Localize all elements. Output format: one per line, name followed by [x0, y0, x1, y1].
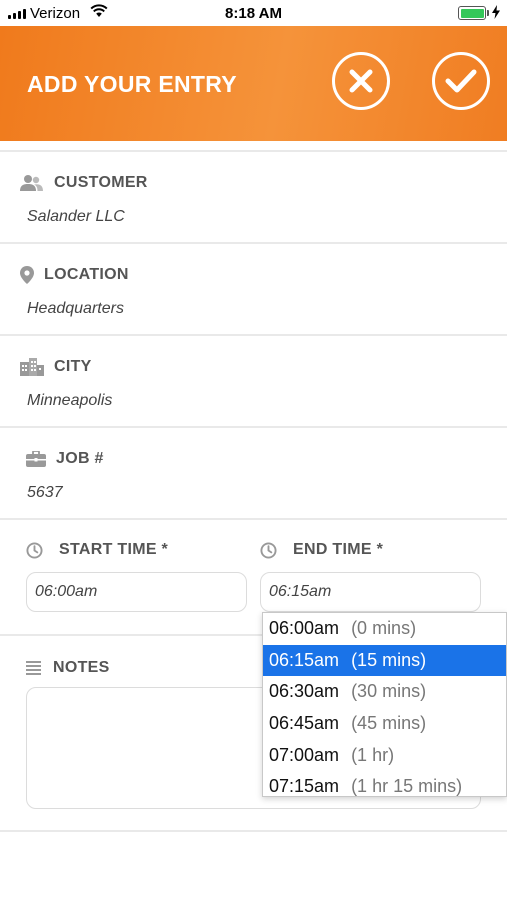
- option-time: 07:15am: [269, 776, 340, 797]
- cancel-button[interactable]: [332, 52, 390, 110]
- option-duration: (0 mins): [351, 618, 417, 639]
- divider: [0, 830, 507, 832]
- end-time-option[interactable]: 06:00am (0 mins): [263, 613, 506, 645]
- option-time: 06:45am: [269, 713, 340, 734]
- start-time-label: START TIME *: [59, 541, 169, 558]
- end-time-dropdown[interactable]: 06:00am (0 mins) 06:15am (15 mins) 06:30am (3…: [262, 612, 507, 797]
- option-duration: (15 mins): [351, 649, 427, 670]
- location-field[interactable]: LOCATION Headquarters: [0, 244, 507, 334]
- job-field[interactable]: JOB # 5637: [0, 428, 507, 518]
- end-time-option[interactable]: 07:15am (1 hr 15 mins): [263, 771, 506, 797]
- location-value: Headquarters: [27, 300, 124, 317]
- users-icon: [20, 175, 43, 191]
- end-time-input[interactable]: 06:15am: [260, 572, 481, 612]
- customer-value: Salander LLC: [27, 208, 125, 225]
- battery-nub: [487, 10, 489, 16]
- start-time-label-row: START TIME *: [26, 541, 168, 559]
- end-time-option[interactable]: 06:30am (30 mins): [263, 676, 506, 708]
- end-time-label-row: END TIME *: [260, 541, 383, 559]
- status-time: 8:18 AM: [225, 5, 282, 22]
- checkmark-icon: [445, 69, 477, 93]
- option-time: 06:30am: [269, 681, 340, 702]
- end-time-option[interactable]: 07:00am (1 hr): [263, 739, 506, 771]
- clock-icon: [26, 541, 43, 559]
- start-time-input[interactable]: 06:00am: [26, 572, 247, 612]
- status-bar: Verizon 8:18 AM: [0, 0, 507, 26]
- clock-icon: [260, 541, 277, 559]
- notes-label: NOTES: [53, 659, 110, 676]
- lines-icon: [26, 661, 41, 675]
- city-value: Minneapolis: [27, 392, 113, 409]
- job-value: 5637: [27, 484, 63, 501]
- divider: [0, 518, 507, 520]
- battery-icon: [458, 6, 486, 20]
- job-label: JOB #: [56, 450, 104, 467]
- customer-field[interactable]: CUSTOMER Salander LLC: [0, 152, 507, 242]
- option-duration: (45 mins): [351, 713, 427, 734]
- close-icon: [349, 69, 373, 93]
- briefcase-icon: [26, 451, 46, 467]
- option-duration: (1 hr 15 mins): [351, 776, 463, 797]
- customer-label: CUSTOMER: [54, 174, 148, 191]
- notes-label-row: NOTES: [26, 659, 110, 677]
- page-title: ADD YOUR ENTRY: [27, 71, 237, 97]
- save-button[interactable]: [432, 52, 490, 110]
- option-duration: (1 hr): [351, 744, 395, 765]
- option-time: 07:00am: [269, 744, 340, 765]
- end-time-label: END TIME *: [293, 541, 384, 558]
- city-label: CITY: [54, 358, 92, 375]
- option-time: 06:00am: [269, 618, 340, 639]
- location-label: LOCATION: [44, 266, 129, 283]
- end-time-option[interactable]: 06:15am (15 mins): [263, 644, 506, 677]
- charging-bolt-icon: [492, 5, 500, 19]
- option-duration: (30 mins): [351, 681, 427, 702]
- header-bar: ADD YOUR ENTRY: [0, 26, 507, 141]
- option-time: 06:15am: [269, 649, 340, 670]
- map-pin-icon: [20, 266, 34, 284]
- buildings-icon: [20, 358, 44, 376]
- end-time-option[interactable]: 06:45am (45 mins): [263, 708, 506, 740]
- city-field[interactable]: CITY Minneapolis: [0, 336, 507, 426]
